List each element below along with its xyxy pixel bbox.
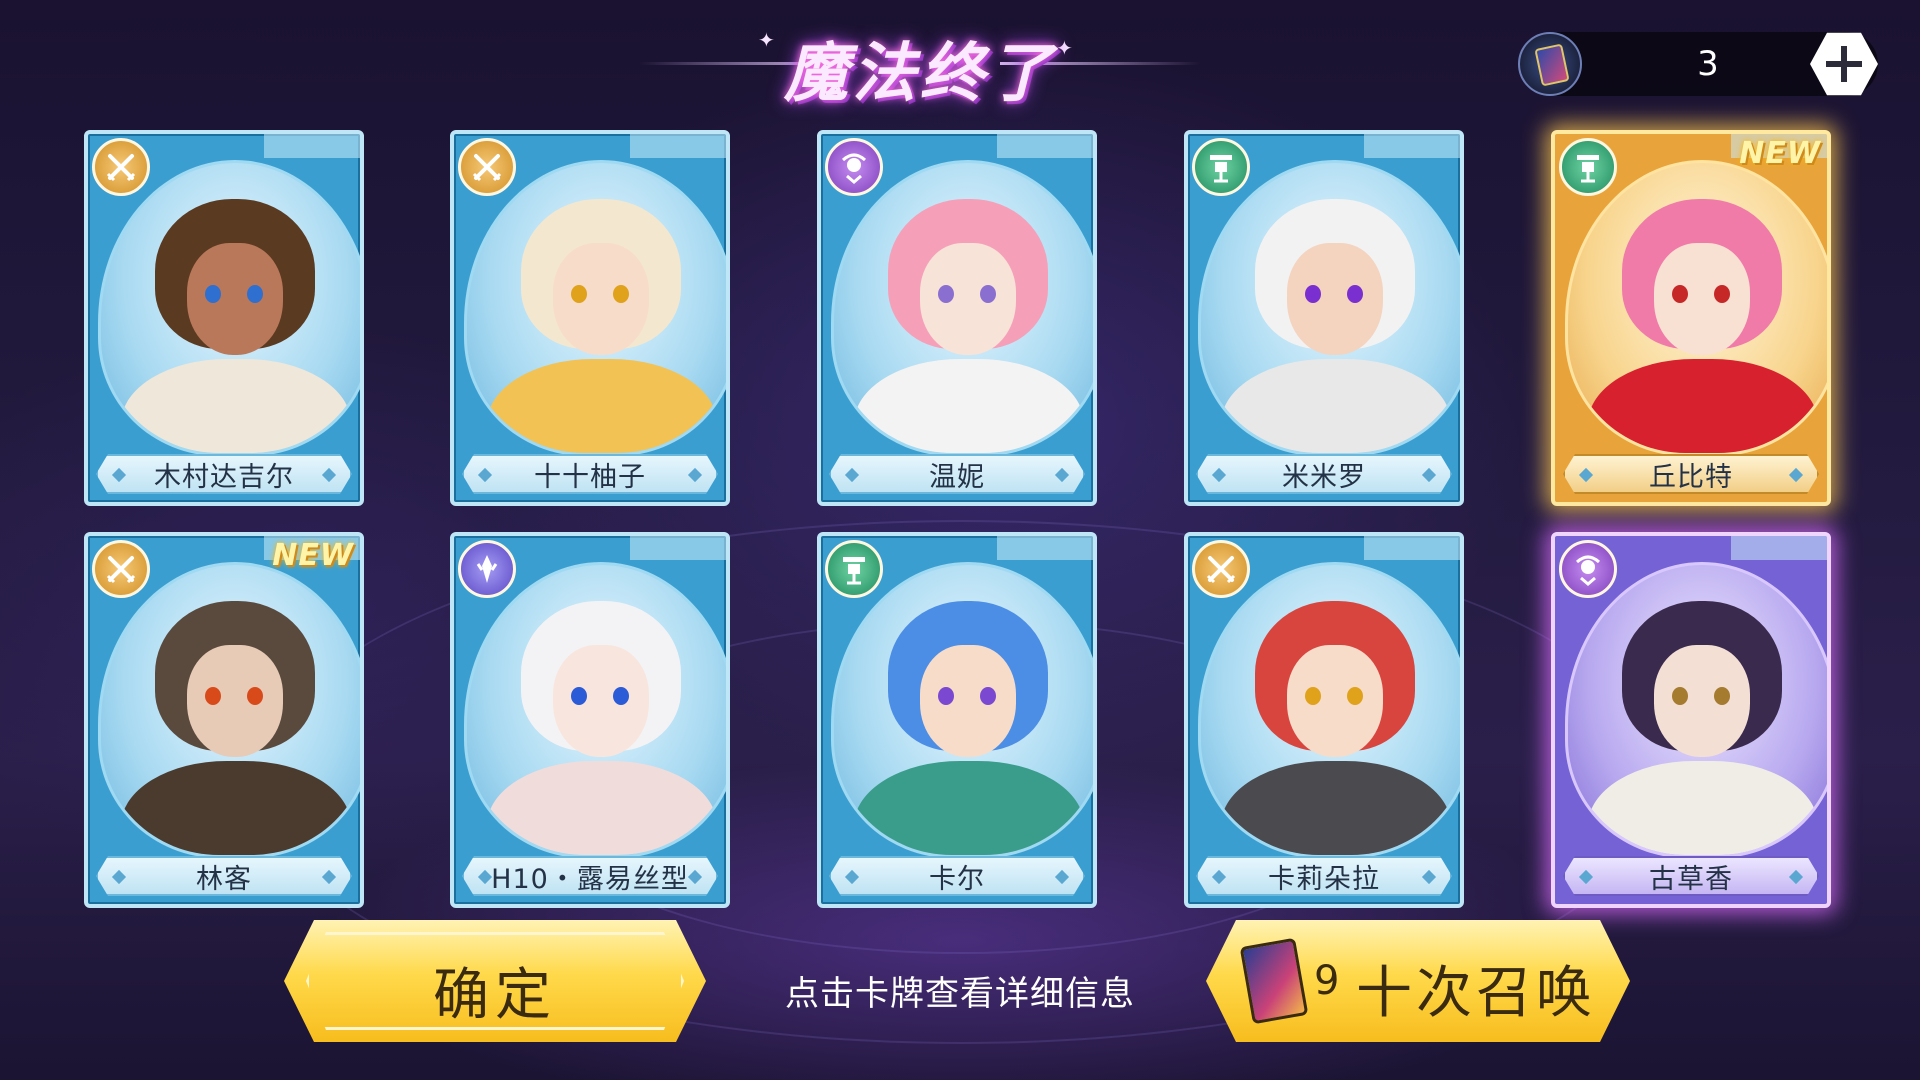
card-corner-decor (1364, 134, 1460, 158)
hero-card[interactable]: 卡莉朵拉 (1184, 532, 1464, 908)
hero-name-plate: 木村达吉尔 (96, 454, 352, 494)
hero-name: 温妮 (929, 461, 985, 493)
summon-card-icon (1518, 32, 1582, 96)
tap-card-hint: 点击卡牌查看详细信息 (785, 974, 1135, 1014)
card-corner-decor (630, 536, 726, 560)
ten-summon-label: 十次召唤 (1356, 961, 1596, 1026)
card-corner-decor (630, 134, 726, 158)
hero-name-plate: 古草香 (1563, 856, 1819, 896)
crossed-swords-icon (92, 138, 150, 196)
result-title-banner: ✦ ✦ 魔法终了 (640, 18, 1200, 111)
hero-card[interactable]: 古草香 (1551, 532, 1831, 908)
hero-portrait (98, 562, 360, 858)
confirm-button-label: 确定 (433, 963, 557, 1028)
hero-name-plate: 林客 (96, 856, 352, 896)
page-title: 魔法终了 (784, 37, 1056, 111)
hero-name: 木村达吉尔 (154, 461, 294, 493)
hero-name-plate: 卡莉朵拉 (1196, 856, 1452, 896)
hero-portrait (464, 160, 726, 456)
hero-card[interactable]: NEW 丘比特 (1551, 130, 1831, 506)
hero-portrait (1198, 562, 1460, 858)
hero-card[interactable]: H10・露易丝型 (450, 532, 730, 908)
card-corner-decor (997, 134, 1093, 158)
hero-name: 卡尔 (929, 863, 985, 895)
hero-name: H10・露易丝型 (491, 863, 689, 895)
card-corner-decor (1731, 536, 1827, 560)
hero-portrait (831, 160, 1093, 456)
card-corner-decor (264, 134, 360, 158)
ten-summon-button[interactable]: 9 十次召唤 (1206, 920, 1630, 1042)
card-corner-decor (997, 536, 1093, 560)
hero-name: 米米罗 (1282, 461, 1366, 493)
hero-portrait (831, 562, 1093, 858)
hero-name-plate: 丘比特 (1563, 454, 1819, 494)
hero-portrait (1565, 160, 1827, 456)
totem-icon (825, 540, 883, 598)
hero-name-plate: H10・露易丝型 (462, 856, 718, 896)
hero-name-plate: 米米罗 (1196, 454, 1452, 494)
hero-name: 十十柚子 (534, 461, 646, 493)
card-corner-decor (1364, 536, 1460, 560)
summon-cost: 9 (1314, 958, 1340, 1004)
ticket-count: 3 (1697, 44, 1719, 84)
crossed-swords-icon (92, 540, 150, 598)
hero-card[interactable]: 十十柚子 (450, 130, 730, 506)
hero-name-plate: 十十柚子 (462, 454, 718, 494)
hero-card[interactable]: 木村达吉尔 (84, 130, 364, 506)
hero-name-plate: 温妮 (829, 454, 1085, 494)
totem-icon (1559, 138, 1617, 196)
arrow-blade-icon (458, 540, 516, 598)
hero-portrait (1565, 562, 1827, 858)
hero-card[interactable]: 卡尔 (817, 532, 1097, 908)
totem-icon (1192, 138, 1250, 196)
hero-portrait (1198, 160, 1460, 456)
hero-name-plate: 卡尔 (829, 856, 1085, 896)
crossed-swords-icon (1192, 540, 1250, 598)
confirm-button[interactable]: 确定 (284, 920, 706, 1042)
hero-portrait (464, 562, 726, 858)
hero-card[interactable]: 温妮 (817, 130, 1097, 506)
hero-card[interactable]: NEW 林客 (84, 532, 364, 908)
crossed-swords-icon (458, 138, 516, 196)
magic-orb-icon (825, 138, 883, 196)
hero-name: 卡莉朵拉 (1268, 863, 1380, 895)
hero-name: 林客 (196, 863, 252, 895)
magic-orb-icon (1559, 540, 1617, 598)
new-badge: NEW (1739, 136, 1821, 171)
hero-card[interactable]: 米米罗 (1184, 130, 1464, 506)
new-badge: NEW (272, 538, 354, 573)
hero-portrait (98, 160, 360, 456)
hero-name: 丘比特 (1649, 461, 1733, 493)
add-ticket-button[interactable] (1810, 30, 1878, 98)
hero-name: 古草香 (1649, 863, 1733, 895)
